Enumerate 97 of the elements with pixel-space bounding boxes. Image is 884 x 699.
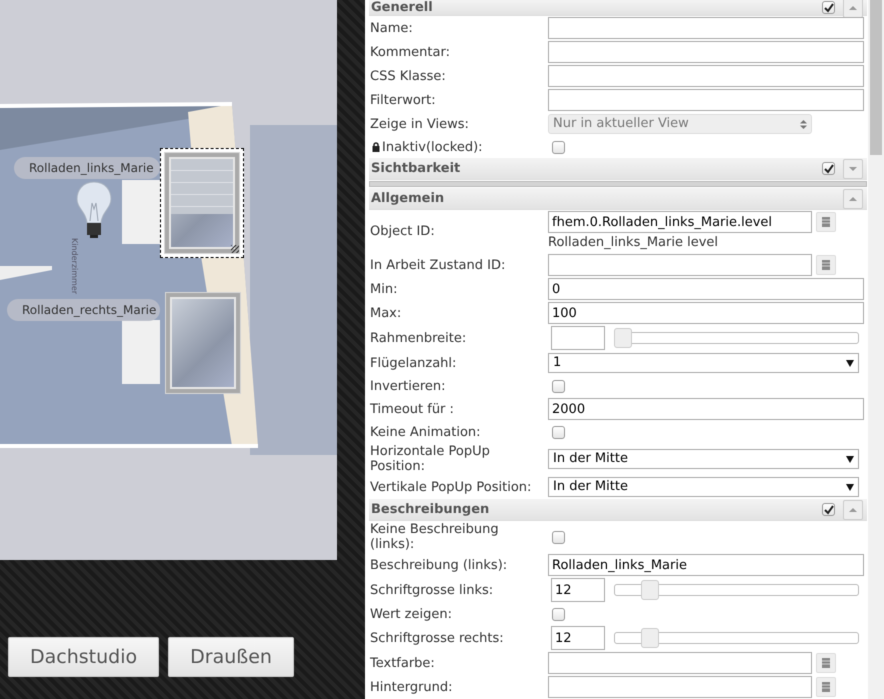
section-title: Beschreibungen <box>371 503 490 516</box>
widget-label: Rolladen_links_Marie <box>14 157 160 179</box>
section-title: Generell <box>371 1 434 14</box>
field-label: Keine Beschreibung (links): <box>370 522 500 552</box>
text-field[interactable]: 2000 <box>548 398 864 420</box>
id-field[interactable] <box>548 676 812 698</box>
view-button[interactable]: Dachstudio <box>8 637 160 677</box>
checkbox[interactable] <box>822 503 835 516</box>
window-shutter-widget[interactable] <box>160 148 244 258</box>
section-title: Allgemein <box>371 192 446 205</box>
slider-thumb[interactable] <box>641 628 660 648</box>
collapse-button[interactable] <box>843 158 863 178</box>
text-field[interactable]: 0 <box>548 278 864 300</box>
list-icon <box>822 658 830 668</box>
dropdown[interactable]: In der Mitte <box>548 449 859 469</box>
list-icon <box>822 217 830 227</box>
lock-icon <box>372 142 380 152</box>
field-label: Min: <box>370 282 398 296</box>
down-triangle-icon <box>846 360 854 366</box>
sort-arrows-icon <box>800 120 807 128</box>
field-label: CSS Klasse: <box>370 68 446 84</box>
field-label: Schriftgrosse rechts: <box>370 630 504 646</box>
field-label: Keine Animation: <box>370 424 481 440</box>
field-label: Rahmenbreite: <box>370 330 466 346</box>
up-triangle-icon <box>849 4 857 10</box>
text-field[interactable] <box>548 17 864 39</box>
down-triangle-icon <box>846 484 854 490</box>
field-label: Inaktiv(locked): <box>382 140 483 154</box>
radiator-drawing <box>122 180 160 244</box>
light-bulb-icon[interactable] <box>76 181 112 239</box>
list-icon <box>822 260 830 270</box>
slider-thumb[interactable] <box>641 580 660 600</box>
field-label: Beschreibung (links): <box>370 558 508 572</box>
number-field[interactable] <box>551 326 605 350</box>
field-label: Filterwort: <box>370 92 436 108</box>
up-triangle-icon <box>849 196 857 202</box>
list-button[interactable] <box>816 255 836 275</box>
field-label: Textfarbe: <box>370 656 435 670</box>
checkbox[interactable] <box>822 162 835 175</box>
checkbox[interactable] <box>552 530 565 544</box>
field-label: Schriftgrosse links: <box>370 582 494 598</box>
field-label: Vertikale PopUp Position: <box>370 480 532 494</box>
widget-label: Rolladen_rechts_Marie <box>7 299 160 321</box>
slider[interactable] <box>614 328 859 348</box>
number-field[interactable]: 12 <box>551 578 605 602</box>
checkbox[interactable] <box>552 380 565 392</box>
text-field[interactable] <box>548 65 864 87</box>
field-label: Max: <box>370 306 402 320</box>
collapse-button[interactable] <box>843 0 863 18</box>
list-button[interactable] <box>816 677 836 697</box>
section-title: Sichtbarkeit <box>371 162 462 175</box>
text-field[interactable]: Rolladen_links_Marie <box>548 554 864 576</box>
field-label: Name: <box>370 20 413 36</box>
down-triangle-icon <box>849 166 857 172</box>
number-field[interactable]: 12 <box>551 626 605 650</box>
up-triangle-icon <box>849 506 857 512</box>
text-field[interactable] <box>548 41 864 63</box>
down-triangle-icon <box>846 456 854 462</box>
field-label: Flügelanzahl: <box>370 356 456 370</box>
id-field[interactable] <box>548 652 812 674</box>
field-label: In Arbeit Zustand ID: <box>370 258 506 272</box>
field-label: Zeige in Views: <box>370 116 469 132</box>
field-label: Object ID: <box>370 224 435 239</box>
collapse-button[interactable] <box>843 188 863 208</box>
text-field[interactable]: 100 <box>548 302 864 324</box>
list-button[interactable] <box>816 212 836 232</box>
list-button[interactable] <box>816 653 836 673</box>
checkbox[interactable] <box>552 140 565 154</box>
slider[interactable] <box>614 580 859 600</box>
checkbox[interactable] <box>552 426 565 438</box>
section-header[interactable]: Generell <box>369 0 867 16</box>
dropdown[interactable]: In der Mitte <box>548 477 859 497</box>
section-header[interactable]: Beschreibungen <box>369 499 867 521</box>
slider[interactable] <box>614 628 859 648</box>
section-header[interactable]: Allgemein <box>369 188 867 210</box>
field-label: Hintergrund: <box>370 680 453 694</box>
section-header[interactable]: Sichtbarkeit <box>369 158 867 180</box>
id-field[interactable] <box>548 254 812 276</box>
field-label: Horizontale PopUp Position: <box>370 444 491 474</box>
list-icon <box>822 682 830 692</box>
room-label: Kinderzimmer <box>69 238 80 294</box>
collapse-button[interactable] <box>843 500 863 520</box>
checkbox[interactable] <box>552 608 565 620</box>
field-label: Wert zeigen: <box>370 606 452 622</box>
text-field[interactable] <box>548 89 864 111</box>
view-button[interactable]: Draußen <box>168 637 294 677</box>
field-hint: Rolladen_links_Marie level <box>548 234 718 252</box>
checkbox[interactable] <box>822 1 835 14</box>
field-label: Invertieren: <box>370 378 446 394</box>
id-field[interactable]: fhem.0.Rolladen_links_Marie.level <box>548 211 812 233</box>
slider-thumb[interactable] <box>614 328 632 348</box>
field-label: Kommentar: <box>370 44 450 60</box>
field-label: Timeout für : <box>370 402 454 416</box>
resize-handle[interactable] <box>231 245 239 253</box>
radiator-drawing <box>122 320 160 384</box>
dropdown[interactable]: 1 <box>548 353 859 373</box>
scrollbar[interactable] <box>868 0 884 699</box>
